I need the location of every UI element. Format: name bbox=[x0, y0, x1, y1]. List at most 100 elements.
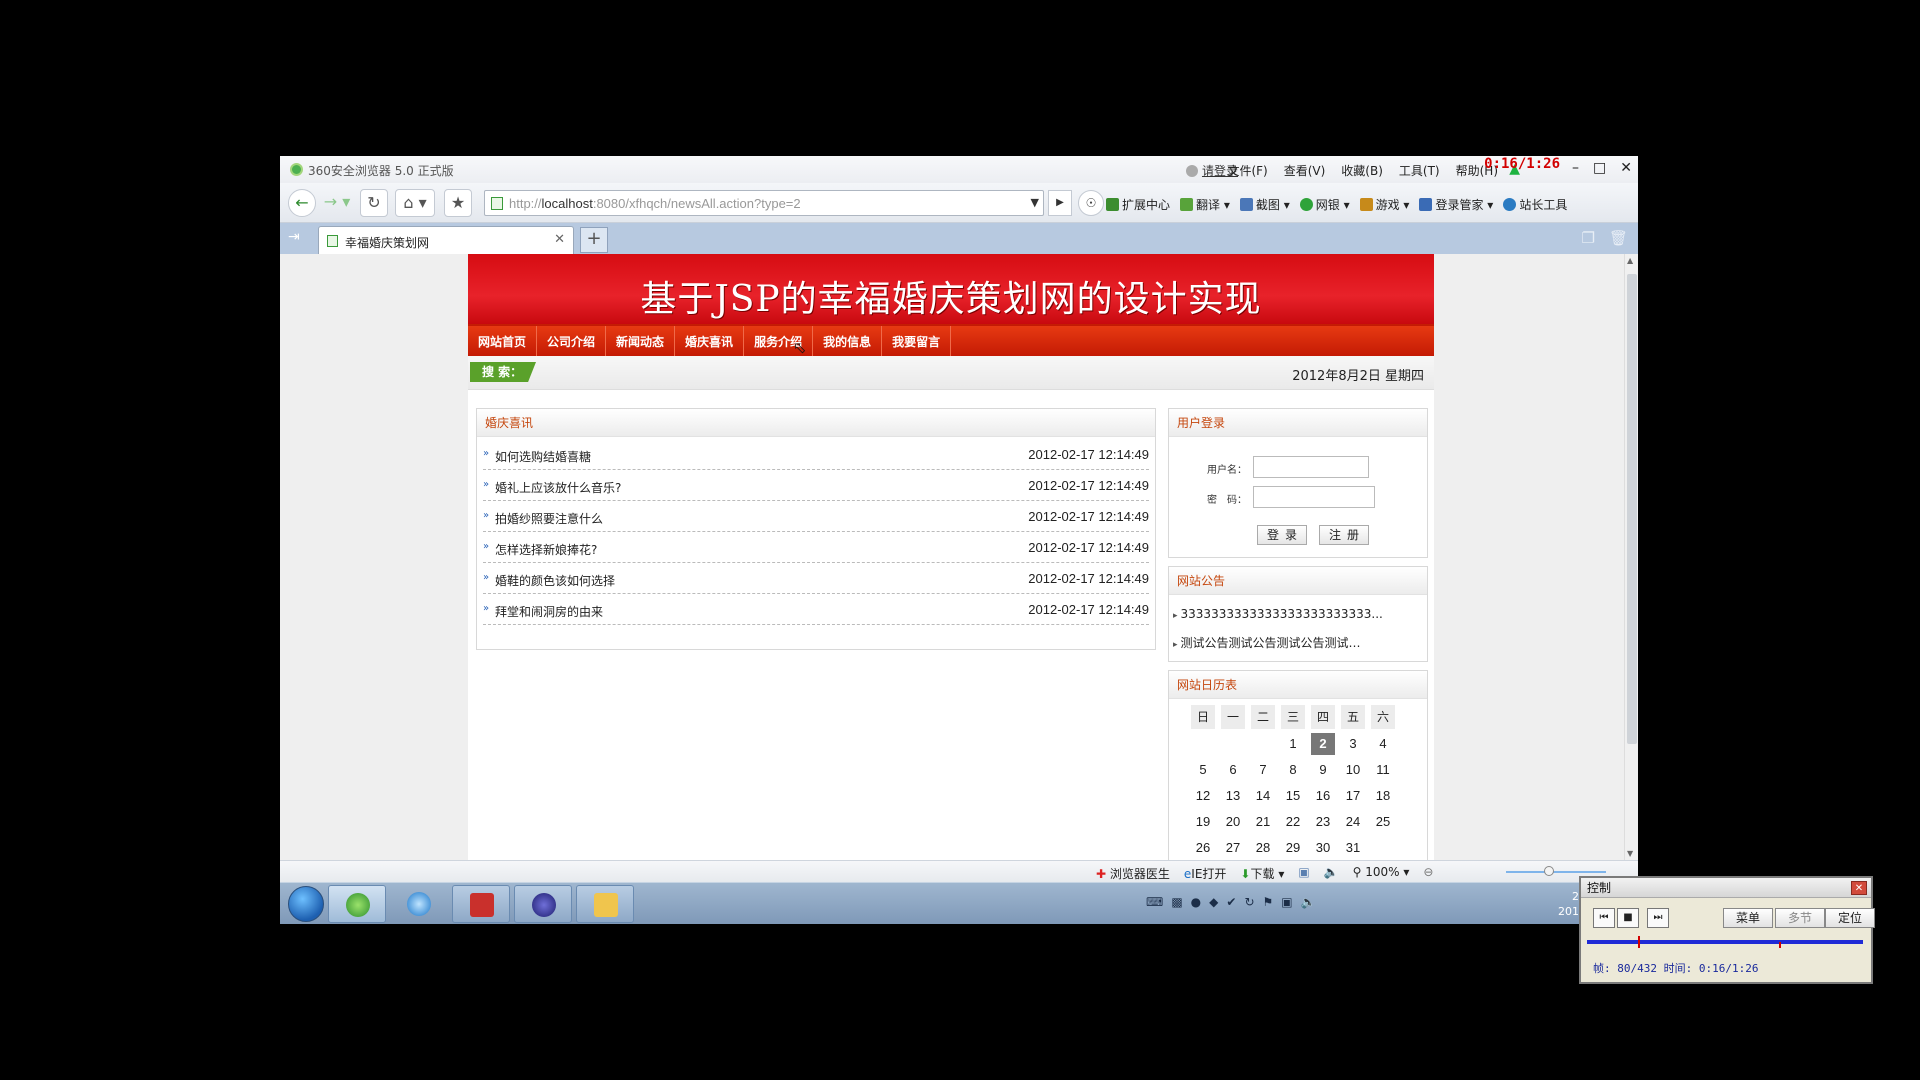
zoom-level[interactable]: ⚲ 100% ▾ bbox=[1353, 865, 1410, 882]
news-title[interactable]: 怎样选择新娘捧花? bbox=[495, 541, 597, 558]
calendar-day[interactable]: 8 bbox=[1281, 759, 1305, 781]
zoom-slider[interactable] bbox=[1506, 871, 1606, 873]
translate[interactable]: 翻译 ▾ bbox=[1180, 196, 1230, 213]
news-row[interactable]: » 拍婚纱照要注意什么 2012-02-17 12:14:49 bbox=[483, 501, 1149, 532]
calendar-day[interactable]: 22 bbox=[1281, 811, 1305, 833]
taskbar-eclipse[interactable] bbox=[514, 885, 572, 923]
volume-icon[interactable]: 🔈 bbox=[1324, 865, 1339, 882]
scroll-down-icon[interactable]: ▼ bbox=[1627, 849, 1633, 858]
security-icon[interactable]: ✔ bbox=[1226, 895, 1236, 909]
calendar-day[interactable]: 6 bbox=[1221, 759, 1245, 781]
news-title[interactable]: 拜堂和闹洞房的由来 bbox=[495, 603, 603, 620]
calendar-day[interactable]: 2 bbox=[1311, 733, 1335, 755]
locate-button[interactable]: 定位 bbox=[1825, 908, 1875, 928]
notice-item[interactable]: ▸ 测试公告测试公告测试公告测试… bbox=[1173, 634, 1401, 651]
password-field[interactable] bbox=[1253, 486, 1375, 508]
nav-company[interactable]: 公司介绍 bbox=[537, 326, 607, 358]
extension-center[interactable]: 扩展中心 bbox=[1106, 196, 1170, 213]
calendar-day[interactable]: 26 bbox=[1191, 837, 1215, 859]
screen-icon[interactable]: ▣ bbox=[1298, 865, 1309, 882]
nav-news[interactable]: 新闻动态 bbox=[606, 326, 676, 358]
news-row[interactable]: » 如何选购结婚喜糖 2012-02-17 12:14:49 bbox=[483, 439, 1149, 470]
sidebar-toggle-icon[interactable]: ⇥ bbox=[288, 229, 300, 245]
calendar-day[interactable]: 21 bbox=[1251, 811, 1275, 833]
trash-icon[interactable]: 🗑 bbox=[1609, 229, 1628, 247]
calendar-day[interactable]: 16 bbox=[1311, 785, 1335, 807]
news-row[interactable]: » 怎样选择新娘捧花? 2012-02-17 12:14:49 bbox=[483, 532, 1149, 563]
network-icon[interactable]: ▩ bbox=[1171, 895, 1182, 909]
tab-close-icon[interactable]: ✕ bbox=[554, 232, 565, 247]
calendar-day[interactable]: 12 bbox=[1191, 785, 1215, 807]
calendar-day[interactable]: 15 bbox=[1281, 785, 1305, 807]
news-title[interactable]: 拍婚纱照要注意什么 bbox=[495, 510, 603, 527]
keyboard-icon[interactable]: ⌨ bbox=[1146, 895, 1163, 909]
scrollbar-thumb[interactable] bbox=[1627, 274, 1637, 744]
zoom-out-icon[interactable]: ⊖ bbox=[1423, 865, 1433, 882]
calendar-day[interactable]: 10 bbox=[1341, 759, 1365, 781]
calendar-day[interactable]: 19 bbox=[1191, 811, 1215, 833]
qq-icon[interactable]: ● bbox=[1191, 895, 1201, 909]
shield-icon[interactable]: ☉ bbox=[1078, 190, 1104, 216]
nav-home[interactable]: 网站首页 bbox=[478, 326, 538, 358]
calendar-day[interactable]: 17 bbox=[1341, 785, 1365, 807]
news-row[interactable]: » 婚鞋的颜色该如何选择 2012-02-17 12:14:49 bbox=[483, 563, 1149, 594]
calendar-day[interactable]: 3 bbox=[1341, 733, 1365, 755]
restore-tabs-icon[interactable]: ❐ bbox=[1582, 229, 1595, 247]
calendar-day[interactable]: 23 bbox=[1311, 811, 1335, 833]
vertical-scrollbar[interactable]: ▲ ▼ bbox=[1624, 254, 1638, 860]
refresh-button[interactable]: ↻ bbox=[360, 189, 388, 217]
prev-frame-icon[interactable]: ⏮ bbox=[1593, 908, 1615, 928]
online-banking[interactable]: 网银 ▾ bbox=[1299, 196, 1350, 213]
downloads[interactable]: ⬇下载 ▾ bbox=[1240, 865, 1284, 882]
playback-position-marker[interactable] bbox=[1638, 936, 1641, 948]
home-button[interactable]: ⌂ ▾ bbox=[395, 189, 435, 217]
calendar-day[interactable]: 11 bbox=[1371, 759, 1395, 781]
flag-icon[interactable]: ⚑ bbox=[1263, 895, 1274, 909]
games[interactable]: 游戏 ▾ bbox=[1359, 196, 1409, 213]
sync-icon[interactable]: ↻ bbox=[1244, 895, 1254, 909]
calendar-day[interactable]: 1 bbox=[1281, 733, 1305, 755]
control-close-icon[interactable]: ✕ bbox=[1851, 881, 1867, 895]
menu-tools[interactable]: 工具(T) bbox=[1399, 162, 1440, 179]
calendar-day[interactable]: 31 bbox=[1341, 837, 1365, 859]
calendar-day[interactable]: 5 bbox=[1191, 759, 1215, 781]
notice-item[interactable]: ▸ 3333333333333333333333333... bbox=[1173, 607, 1401, 621]
login-button[interactable]: 登录 bbox=[1257, 525, 1307, 545]
news-row[interactable]: » 婚礼上应该放什么音乐? 2012-02-17 12:14:49 bbox=[483, 470, 1149, 501]
favorite-star-button[interactable]: ★ bbox=[444, 189, 472, 217]
screenshot[interactable]: 截图 ▾ bbox=[1239, 196, 1290, 213]
shield-tray-icon[interactable]: ◆ bbox=[1209, 895, 1218, 909]
open-in-ie[interactable]: eIE打开 bbox=[1184, 865, 1227, 882]
register-button[interactable]: 注册 bbox=[1319, 525, 1369, 545]
go-button[interactable]: ▶ bbox=[1048, 190, 1072, 216]
taskbar-360-browser[interactable] bbox=[328, 885, 386, 923]
menu-favorites[interactable]: 收藏(B) bbox=[1341, 162, 1383, 179]
calendar-day[interactable]: 29 bbox=[1281, 837, 1305, 859]
pause-icon[interactable]: ■ bbox=[1617, 908, 1639, 928]
menu-view[interactable]: 查看(V) bbox=[1284, 162, 1326, 179]
login-manager[interactable]: 登录管家 ▾ bbox=[1419, 196, 1493, 213]
start-button[interactable] bbox=[288, 886, 324, 922]
calendar-day[interactable]: 13 bbox=[1221, 785, 1245, 807]
close-icon[interactable]: ✕ bbox=[1620, 160, 1632, 176]
nav-wedding-news[interactable]: 婚庆喜讯 bbox=[675, 326, 745, 358]
menu-file[interactable]: 文件(F) bbox=[1227, 162, 1267, 179]
calendar-day[interactable]: 27 bbox=[1221, 837, 1245, 859]
calendar-day[interactable]: 18 bbox=[1371, 785, 1395, 807]
scroll-up-icon[interactable]: ▲ bbox=[1627, 256, 1633, 265]
zoom-slider-handle[interactable] bbox=[1544, 866, 1554, 876]
calendar-day[interactable]: 4 bbox=[1371, 733, 1395, 755]
address-bar[interactable]: http://localhost:8080/xfhqch/newsAll.act… bbox=[484, 190, 1044, 216]
speaker-icon[interactable]: 🔈 bbox=[1301, 895, 1316, 909]
webmaster-tools[interactable]: 站长工具 bbox=[1503, 196, 1567, 213]
news-row[interactable]: » 拜堂和闹洞房的由来 2012-02-17 12:14:49 bbox=[483, 594, 1149, 625]
news-title[interactable]: 婚礼上应该放什么音乐? bbox=[495, 479, 621, 496]
taskbar-toolbox[interactable] bbox=[452, 885, 510, 923]
back-button[interactable]: ← bbox=[288, 189, 316, 217]
news-title[interactable]: 如何选购结婚喜糖 bbox=[495, 448, 591, 465]
nav-guestbook[interactable]: 我要留言 bbox=[882, 326, 952, 358]
maximize-icon[interactable]: □ bbox=[1593, 160, 1606, 176]
playback-progress-track[interactable] bbox=[1587, 940, 1863, 944]
username-field[interactable] bbox=[1253, 456, 1369, 478]
calendar-day[interactable]: 30 bbox=[1311, 837, 1335, 859]
